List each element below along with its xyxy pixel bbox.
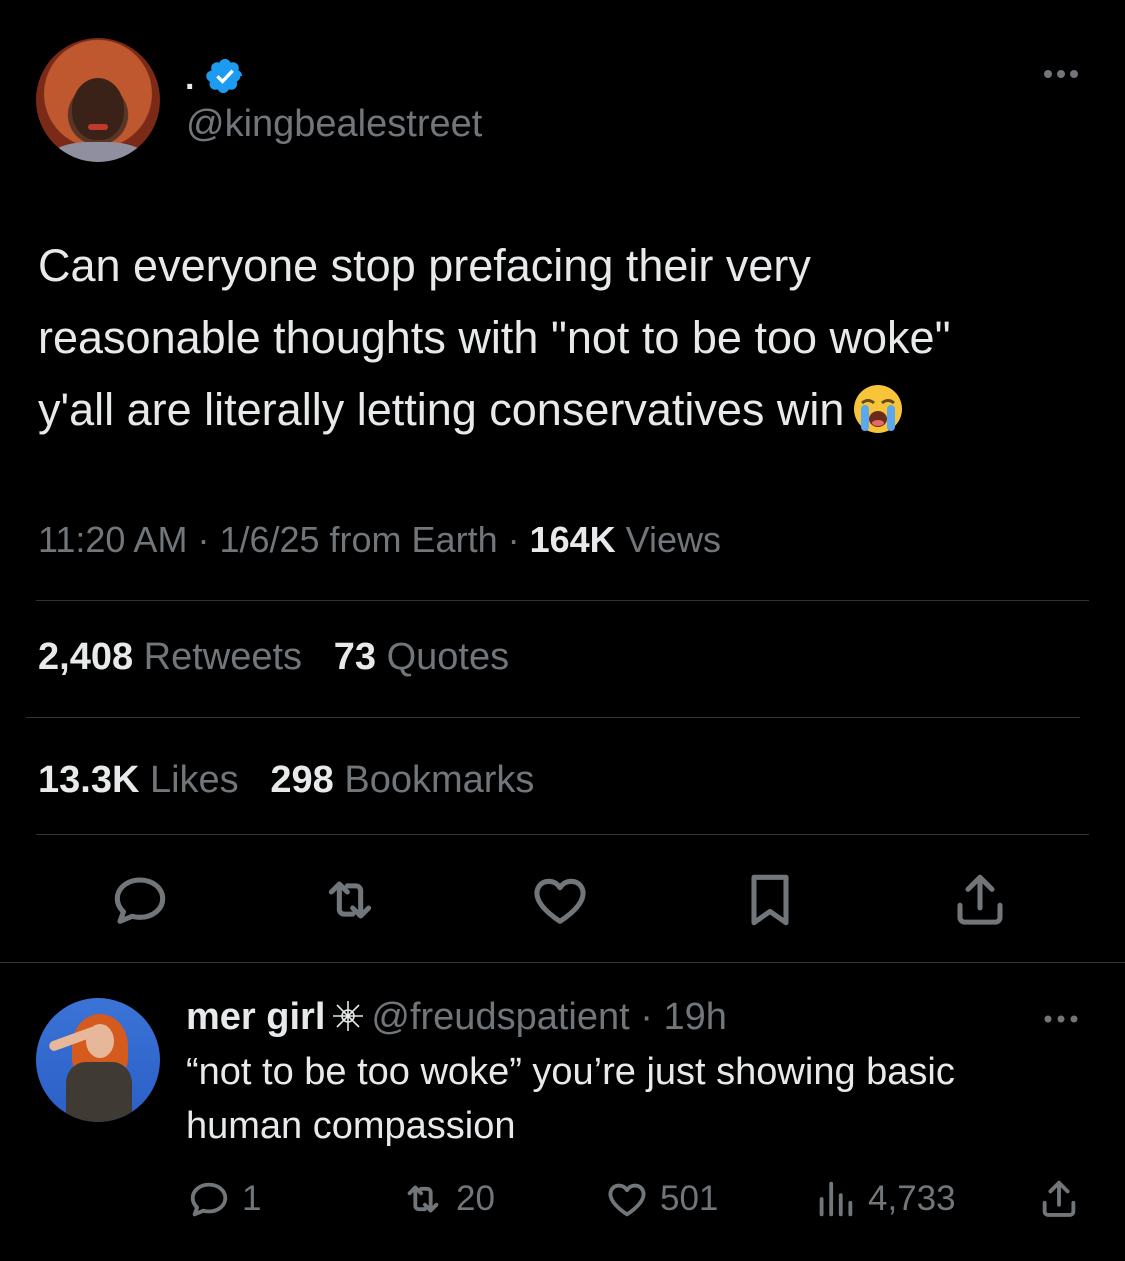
tweet-text-line: y'all are literally letting conservative…	[38, 374, 1098, 446]
tweet-text-line: Can everyone stop prefacing their very	[38, 240, 811, 291]
author-avatar[interactable]	[36, 38, 160, 162]
tweet-date[interactable]: 1/6/25	[219, 519, 319, 560]
likes-count: 13.3K	[38, 759, 140, 801]
reply-views-action[interactable]: 4,733	[812, 1172, 956, 1226]
like-icon[interactable]	[528, 868, 592, 932]
retweet-icon	[407, 1185, 439, 1213]
reply-like-action[interactable]: 501	[604, 1172, 718, 1226]
tweet-text-line-content: y'all are literally letting conservative…	[38, 384, 845, 435]
share-icon[interactable]	[948, 868, 1012, 932]
quotes-stat[interactable]: 73 Quotes	[334, 636, 509, 678]
like-icon	[608, 1183, 646, 1217]
reply-retweet-action[interactable]: 20	[400, 1172, 495, 1226]
reply-age[interactable]: 19h	[663, 996, 726, 1038]
bookmarks-count: 298	[270, 759, 334, 801]
bookmarks-label: Bookmarks	[344, 759, 535, 801]
reply-author-avatar[interactable]	[36, 998, 160, 1122]
divider	[36, 600, 1089, 601]
views-chart-icon	[819, 1181, 853, 1217]
share-icon	[1042, 1180, 1076, 1217]
retweets-stat[interactable]: 2,408 Retweets	[38, 636, 302, 678]
views-label: Views	[625, 519, 722, 560]
quotes-count: 73	[333, 636, 377, 678]
tweet-text: Can everyone stop prefacing their very r…	[38, 230, 1098, 446]
retweet-count: 20	[456, 1179, 495, 1218]
reply-count: 1	[242, 1179, 262, 1218]
divider	[26, 717, 1080, 718]
reply-icon	[190, 1182, 228, 1217]
reply-share-action[interactable]	[1036, 1172, 1092, 1226]
tweet-text-line: reasonable thoughts with "not to be too …	[38, 312, 951, 363]
bookmark-icon[interactable]	[738, 868, 802, 932]
views-count: 164K	[529, 519, 616, 560]
retweets-label: Retweets	[143, 636, 303, 678]
reply-icon[interactable]	[108, 868, 172, 932]
reply-reply-action[interactable]: 1	[186, 1172, 261, 1226]
retweets-count: 2,408	[38, 636, 134, 678]
likes-bookmarks-stats: 13.3K Likes 298 Bookmarks	[38, 755, 534, 805]
author-name[interactable]: .	[185, 58, 194, 98]
reply-text-line: “not to be too woke” you’re just showing…	[186, 1051, 955, 1093]
bookmarks-stat[interactable]: 298 Bookmarks	[270, 759, 534, 801]
reply-author-handle[interactable]: @freudspatient	[371, 996, 629, 1038]
separator-dot: ·	[629, 996, 664, 1038]
likes-stat[interactable]: 13.3K Likes	[38, 759, 239, 801]
reply-author-name[interactable]: mer girl	[186, 996, 325, 1038]
tweet-time[interactable]: 11:20 AM	[38, 519, 187, 560]
separator-dot: ·	[497, 519, 530, 560]
author-handle[interactable]: @kingbealestreet	[186, 100, 482, 148]
likes-label: Likes	[149, 759, 239, 801]
reply-text-line: human compassion	[186, 1105, 516, 1147]
divider	[0, 962, 1125, 963]
tweet-action-bar	[0, 858, 1125, 944]
tweet-location: from Earth	[329, 519, 498, 560]
divider	[36, 834, 1089, 835]
more-options-icon[interactable]	[1036, 56, 1086, 92]
tweet-meta: 11:20 AM · 1/6/25 from Earth · 164K View…	[38, 514, 721, 566]
reply-more-options-icon[interactable]	[1036, 1004, 1086, 1034]
retweet-icon[interactable]	[318, 868, 382, 932]
verified-badge-icon	[206, 58, 243, 94]
reply-header: mer girl @freudspatient · 19h	[186, 992, 727, 1042]
quotes-label: Quotes	[386, 636, 510, 678]
sparkle-icon	[333, 1001, 364, 1031]
reply-text: “not to be too woke” you’re just showing…	[186, 1045, 1106, 1153]
view-count: 4,733	[868, 1179, 956, 1218]
separator-dot: ·	[187, 519, 220, 560]
like-count: 501	[660, 1179, 719, 1218]
retweets-quotes-stats: 2,408 Retweets 73 Quotes	[38, 632, 509, 682]
loudly-crying-face-icon	[854, 385, 903, 433]
